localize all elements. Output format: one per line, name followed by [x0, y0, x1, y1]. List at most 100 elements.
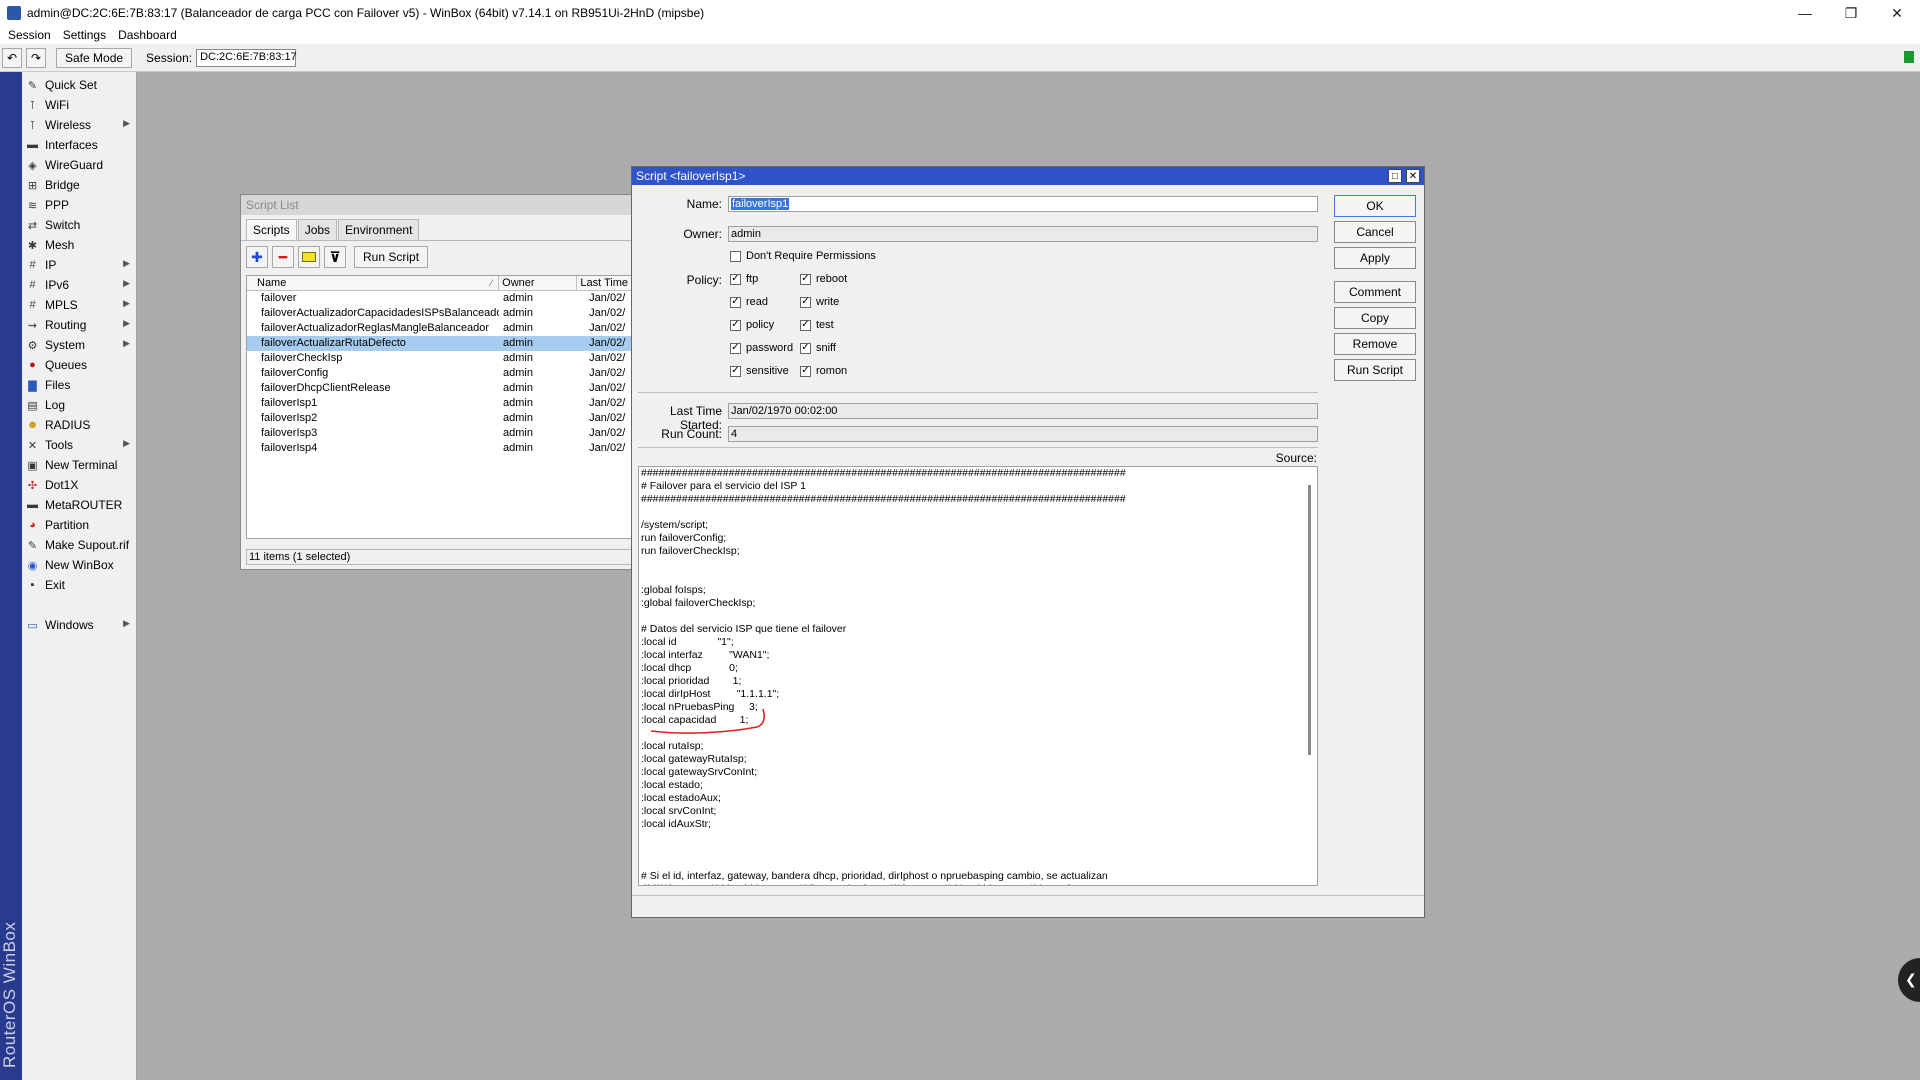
policy-test-checkbox[interactable]: ✓ test	[800, 319, 834, 331]
log-icon: ▤	[27, 399, 38, 412]
sidebar-item-mpls[interactable]: # MPLS ▶	[22, 295, 136, 315]
sidebar-item-label: RADIUS	[45, 418, 91, 432]
close-icon[interactable]: ✕	[1406, 169, 1420, 183]
policy-password-checkbox[interactable]: ✓ password	[730, 342, 793, 354]
policy-read-checkbox[interactable]: ✓ read	[730, 296, 768, 308]
sidebar-item-new-terminal[interactable]: ▣ New Terminal	[22, 455, 136, 475]
policy-label: sniff	[816, 342, 836, 354]
sidebar-item-interfaces[interactable]: ▬ Interfaces	[22, 135, 136, 155]
dont-require-permissions-checkbox[interactable]: Don't Require Permissions	[730, 250, 876, 262]
tab-scripts[interactable]: Scripts	[246, 219, 297, 240]
maximize-button[interactable]: ❐	[1828, 0, 1874, 26]
table-cell-name: failoverIsp2	[261, 412, 318, 424]
minimize-button[interactable]: —	[1782, 0, 1828, 26]
policy-write-checkbox[interactable]: ✓ write	[800, 296, 839, 308]
run-count-field[interactable]: 4	[728, 426, 1318, 442]
menu-separator	[22, 595, 136, 615]
column-name[interactable]: Name ⁄	[247, 276, 500, 290]
table-row[interactable]: failoverCheckIsp admin Jan/02/	[247, 351, 636, 366]
comment-icon[interactable]	[298, 246, 320, 268]
sidebar-item-system[interactable]: ⚙ System ▶	[22, 335, 136, 355]
apply-button[interactable]: Apply	[1334, 247, 1416, 269]
remove-icon[interactable]: ━	[272, 246, 294, 268]
sidebar-item-metarouter[interactable]: ▬ MetaROUTER	[22, 495, 136, 515]
redo-button[interactable]: ↷	[26, 47, 46, 68]
tab-jobs[interactable]: Jobs	[297, 219, 338, 240]
sidebar-item-partition[interactable]: ◕ Partition	[22, 515, 136, 535]
tab-environment[interactable]: Environment	[338, 219, 420, 240]
owner-field[interactable]: admin	[728, 226, 1318, 242]
cancel-button[interactable]: Cancel	[1334, 221, 1416, 243]
remove-button[interactable]: Remove	[1334, 333, 1416, 355]
sidebar-item-exit[interactable]: ▪ Exit	[22, 575, 136, 595]
table-row[interactable]: failoverActualizadorCapacidadesISPsBalan…	[247, 306, 636, 321]
safe-mode-button[interactable]: Safe Mode	[56, 47, 133, 68]
sidebar-item-ppp[interactable]: ≋ PPP	[22, 195, 136, 215]
filter-icon[interactable]: ⊽	[324, 246, 346, 268]
sidebar-item-queues[interactable]: ● Queues	[22, 355, 136, 375]
script-editor-title: Script <failoverIsp1>	[636, 169, 746, 183]
sidebar-item-wifi[interactable]: ⊺ WiFi	[22, 95, 136, 115]
sidebar-item-bridge[interactable]: ⊞ Bridge	[22, 175, 136, 195]
run-script-toolbar-button[interactable]: Run Script	[354, 246, 429, 268]
policy-label: reboot	[816, 273, 848, 285]
policy-ftp-checkbox[interactable]: ✓ ftp	[730, 273, 758, 285]
sidebar-item-log[interactable]: ▤ Log	[22, 395, 136, 415]
comment-button[interactable]: Comment	[1334, 281, 1416, 303]
menu-dashboard[interactable]: Dashboard	[118, 28, 177, 42]
last-time-started-field[interactable]: Jan/02/1970 00:02:00	[728, 403, 1318, 419]
source-editor[interactable]: ########################################…	[638, 466, 1318, 886]
name-field[interactable]: failoverIsp1	[728, 196, 1318, 212]
sidebar-item-ip[interactable]: # IP ▶	[22, 255, 136, 275]
policy-sensitive-checkbox[interactable]: ✓ sensitive	[730, 365, 789, 377]
maximize-icon[interactable]: □	[1388, 169, 1402, 183]
policy-romon-checkbox[interactable]: ✓ romon	[800, 365, 847, 377]
menu-settings[interactable]: Settings	[63, 28, 106, 42]
sidebar-item-switch[interactable]: ⇄ Switch	[22, 215, 136, 235]
sidebar-item-wireless[interactable]: ⊺ Wireless ▶	[22, 115, 136, 135]
undo-button[interactable]: ↶	[2, 47, 22, 68]
table-row[interactable]: failoverIsp3 admin Jan/02/	[247, 426, 636, 441]
table-row[interactable]: failoverActualizarRutaDefecto admin Jan/02…	[247, 336, 636, 351]
table-cell-last: Jan/02/	[589, 397, 626, 409]
table-row[interactable]: failoverActualizadorReglasMangleBalancea…	[247, 321, 636, 336]
run-script-button[interactable]: Run Script	[1334, 359, 1416, 381]
sidebar-item-make-supout-rif[interactable]: ✎ Make Supout.rif	[22, 535, 136, 555]
policy-reboot-checkbox[interactable]: ✓ reboot	[800, 273, 847, 285]
sidebar-item-routing[interactable]: ⇝ Routing ▶	[22, 315, 136, 335]
sidebar-item-label: Switch	[45, 218, 81, 232]
sidebar-item-files[interactable]: ▇ Files	[22, 375, 136, 395]
sidebar-item-radius[interactable]: ☻ RADIUS	[22, 415, 136, 435]
copy-button[interactable]: Copy	[1334, 307, 1416, 329]
script-list-tabs: Scripts Jobs Environment	[241, 215, 635, 241]
sidebar-item-new-winbox[interactable]: ◉ New WinBox	[22, 555, 136, 575]
ok-button[interactable]: OK	[1334, 195, 1416, 217]
menu-session[interactable]: Session	[8, 28, 51, 42]
table-row[interactable]: failoverIsp4 admin Jan/02/	[247, 441, 636, 456]
sidebar-item-windows[interactable]: ▭ Windows ▶	[22, 615, 136, 635]
sidebar-item-ipv6[interactable]: # IPv6 ▶	[22, 275, 136, 295]
name-label: Name:	[686, 197, 722, 211]
close-button[interactable]: ✕	[1874, 0, 1920, 26]
table-row[interactable]: failoverConfig admin Jan/02/	[247, 366, 636, 381]
policy-sniff-checkbox[interactable]: ✓ sniff	[800, 342, 836, 354]
column-last-time[interactable]: Last Time	[577, 276, 636, 290]
source-scrollbar[interactable]	[1308, 485, 1311, 755]
sidebar-item-label: Exit	[45, 578, 66, 592]
policy-label: ftp	[746, 273, 759, 285]
session-field[interactable]: DC:2C:6E:7B:83:17	[196, 48, 297, 67]
sidebar-item-wireguard[interactable]: ◈ WireGuard	[22, 155, 136, 175]
table-row[interactable]: failoverIsp2 admin Jan/02/	[247, 411, 636, 426]
table-row[interactable]: failoverIsp1 admin Jan/02/	[247, 396, 636, 411]
table-row[interactable]: failover admin Jan/02/	[247, 291, 636, 306]
sidebar-item-tools[interactable]: ✕ Tools ▶	[22, 435, 136, 455]
add-icon[interactable]: ✚	[246, 246, 268, 268]
table-row[interactable]: failoverDhcpClientRelease admin Jan/02/	[247, 381, 636, 396]
policy-policy-checkbox[interactable]: ✓ policy	[730, 319, 774, 331]
sidebar-item-mesh[interactable]: ✱ Mesh	[22, 235, 136, 255]
scripts-table: Name ⁄ Owner Last Time failover admin Jan/0…	[246, 275, 637, 539]
table-cell-name: failoverIsp1	[261, 397, 318, 409]
sidebar-item-quick-set[interactable]: ✎ Quick Set	[22, 75, 136, 95]
column-owner[interactable]: Owner	[499, 276, 578, 290]
sidebar-item-dot1x[interactable]: ✣ Dot1X	[22, 475, 136, 495]
